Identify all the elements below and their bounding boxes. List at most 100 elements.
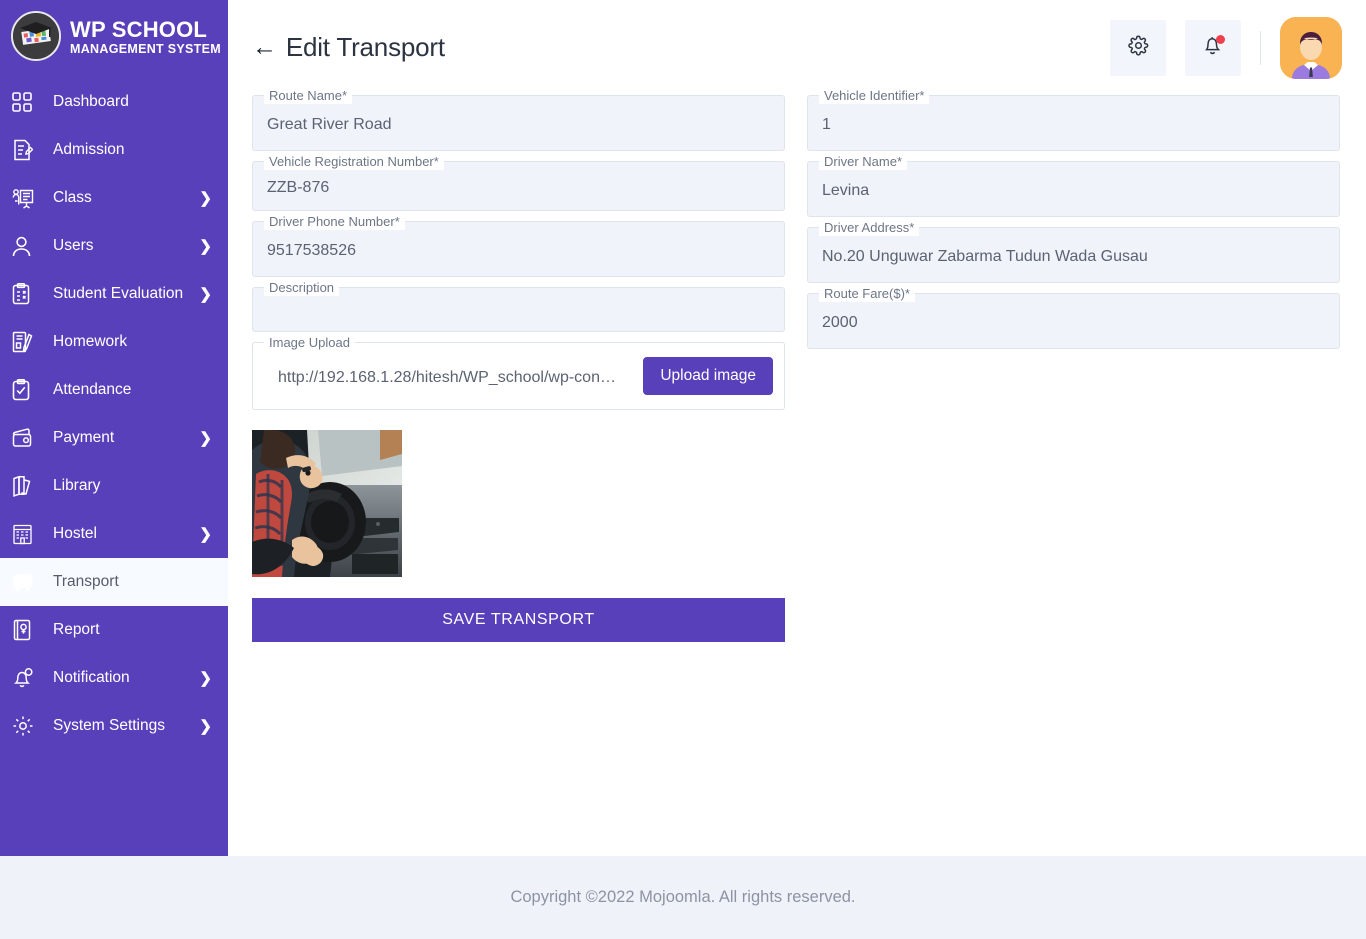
sidebar-item-label: Dashboard (53, 93, 129, 110)
clipboard-check-icon (12, 281, 42, 307)
field-driver-address: Driver Address* (807, 220, 1340, 283)
brand[interactable]: WP SCHOOL MANAGEMENT SYSTEM (0, 0, 228, 72)
brand-subtitle: MANAGEMENT SYSTEM (70, 42, 221, 57)
sidebar: WP SCHOOL MANAGEMENT SYSTEM Dashboard Ad… (0, 0, 228, 856)
route-name-input[interactable] (253, 96, 784, 150)
transport-form: Route Name* Vehicle Registration Number*… (228, 88, 1366, 642)
field-label: Driver Phone Number* (264, 214, 405, 230)
sidebar-item-report[interactable]: Report (0, 606, 228, 654)
sidebar-item-notification[interactable]: Notification ❯ (0, 654, 228, 702)
field-driver-phone: Driver Phone Number* (252, 214, 785, 277)
chevron-right-icon[interactable]: ❯ (199, 527, 212, 542)
topbar-actions (1110, 16, 1342, 79)
copyright-text: Copyright ©2022 Mojoomla. All rights res… (510, 888, 856, 906)
grid-icon (12, 89, 42, 115)
field-route-fare: Route Fare($)* (807, 286, 1340, 349)
chevron-right-icon[interactable]: ❯ (199, 287, 212, 302)
sidebar-item-library[interactable]: Library (0, 462, 228, 510)
sidebar-item-dashboard[interactable]: Dashboard (0, 78, 228, 126)
sidebar-item-label: Hostel (53, 525, 97, 542)
chevron-right-icon[interactable]: ❯ (199, 191, 212, 206)
driver-phone-input[interactable] (253, 222, 784, 276)
sidebar-item-users[interactable]: Users ❯ (0, 222, 228, 270)
form-grid: Route Name* Vehicle Registration Number*… (252, 88, 1342, 642)
form-column-right: Vehicle Identifier* Driver Name* Driver … (807, 88, 1340, 642)
form-column-left: Route Name* Vehicle Registration Number*… (252, 88, 785, 642)
sidebar-item-label: Library (53, 477, 101, 494)
topbar: ← Edit Transport (228, 0, 1366, 95)
sidebar-item-admission[interactable]: Admission (0, 126, 228, 174)
user-icon (12, 233, 42, 259)
bell-icon (12, 665, 42, 691)
wallet-icon (12, 425, 42, 451)
document-edit-icon (12, 137, 42, 163)
sidebar-item-transport[interactable]: Transport (0, 558, 228, 606)
field-vehicle-identifier: Vehicle Identifier* (807, 88, 1340, 151)
field-vehicle-registration: Vehicle Registration Number* (252, 154, 785, 211)
notification-badge-dot (1216, 34, 1225, 44)
book-pen-icon (12, 329, 42, 355)
field-label: Description (264, 280, 340, 296)
chevron-right-icon[interactable]: ❯ (199, 239, 212, 254)
brand-text: WP SCHOOL MANAGEMENT SYSTEM (70, 16, 221, 56)
sidebar-item-homework[interactable]: Homework (0, 318, 228, 366)
image-path-input[interactable] (264, 352, 633, 400)
vehicle-identifier-input[interactable] (808, 96, 1339, 150)
report-icon (12, 617, 42, 643)
bus-icon (12, 569, 42, 595)
body-row: WP SCHOOL MANAGEMENT SYSTEM Dashboard Ad… (0, 0, 1366, 856)
building-icon (12, 521, 42, 547)
books-icon (12, 473, 42, 499)
chevron-right-icon[interactable]: ❯ (199, 671, 212, 686)
sidebar-item-label: Transport (53, 573, 119, 590)
sidebar-item-hostel[interactable]: Hostel ❯ (0, 510, 228, 558)
main-content: ← Edit Transport Route Name* Great River… (228, 0, 1366, 856)
image-preview (252, 430, 402, 577)
driver-name-input[interactable] (808, 162, 1339, 216)
field-driver-name: Driver Name* (807, 154, 1340, 217)
sidebar-item-system-settings[interactable]: System Settings ❯ (0, 702, 228, 750)
field-route-name: Route Name* (252, 88, 785, 151)
field-image-upload: Image Upload Upload image (252, 335, 785, 410)
route-fare-input[interactable] (808, 294, 1339, 348)
sidebar-item-student-evaluation[interactable]: Student Evaluation ❯ (0, 270, 228, 318)
settings-button[interactable] (1110, 19, 1166, 76)
field-label: Vehicle Registration Number* (264, 154, 444, 170)
chevron-right-icon[interactable]: ❯ (199, 719, 212, 734)
chevron-right-icon[interactable]: ❯ (199, 431, 212, 446)
sidebar-item-label: Student Evaluation (53, 285, 184, 302)
sidebar-item-label: Admission (53, 141, 125, 158)
sidebar-item-label: Users (53, 237, 94, 254)
field-description: Description (252, 280, 785, 332)
footer: Copyright ©2022 Mojoomla. All rights res… (0, 856, 1366, 939)
sidebar-item-label: System Settings (53, 717, 165, 734)
upload-image-button[interactable]: Upload image (643, 357, 773, 395)
sidebar-item-attendance[interactable]: Attendance (0, 366, 228, 414)
field-label: Route Name* (264, 88, 353, 104)
clipboard-tick-icon (12, 377, 42, 403)
field-label: Vehicle Identifier* (819, 88, 930, 104)
classroom-icon (12, 185, 42, 211)
sidebar-item-payment[interactable]: Payment ❯ (0, 414, 228, 462)
topbar-divider (1260, 30, 1261, 65)
gear-icon (12, 713, 42, 739)
back-arrow-icon[interactable]: ← (252, 35, 277, 60)
sidebar-nav: Dashboard Admission Class ❯ Users ❯ Stud… (0, 78, 228, 750)
save-transport-button[interactable]: SAVE TRANSPORT (252, 598, 785, 642)
page-title-text: Edit Transport (285, 32, 445, 62)
sidebar-item-label: Class (53, 189, 92, 206)
app-root: WP SCHOOL MANAGEMENT SYSTEM Dashboard Ad… (0, 0, 1366, 939)
sidebar-item-label: Homework (53, 333, 128, 350)
sidebar-item-class[interactable]: Class ❯ (0, 174, 228, 222)
sidebar-item-label: Notification (53, 669, 130, 686)
notification-button[interactable] (1185, 19, 1241, 76)
brand-title: WP SCHOOL (70, 17, 208, 43)
avatar[interactable] (1280, 16, 1342, 79)
driver-address-input[interactable] (808, 228, 1339, 282)
sidebar-item-label: Attendance (53, 381, 132, 398)
sidebar-item-label: Payment (53, 429, 115, 446)
field-label: Image Upload (264, 335, 355, 351)
sidebar-item-label: Report (53, 621, 100, 638)
field-label: Route Fare($)* (819, 286, 915, 302)
field-label: Driver Address* (819, 220, 920, 236)
